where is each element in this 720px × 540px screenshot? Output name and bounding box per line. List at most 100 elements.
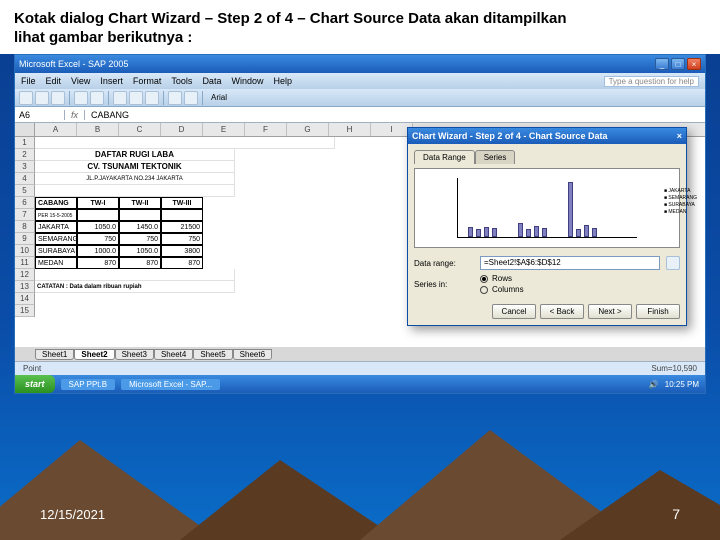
redo-icon[interactable] <box>184 91 198 105</box>
cell[interactable]: 1000.0 <box>77 245 119 257</box>
status-sum: Sum=10,590 <box>651 364 697 373</box>
radio-columns[interactable]: Columns <box>480 285 524 294</box>
font-selector[interactable]: Arial <box>211 93 227 102</box>
back-button[interactable]: < Back <box>540 304 584 319</box>
tab-series[interactable]: Series <box>475 150 516 164</box>
row-header[interactable]: 6 <box>15 197 35 209</box>
cell[interactable]: MEDAN <box>35 257 77 269</box>
sheet-tab[interactable]: Sheet5 <box>193 349 232 360</box>
radio-rows[interactable]: Rows <box>480 274 524 283</box>
save-icon[interactable] <box>51 91 65 105</box>
taskbar-item[interactable]: Microsoft Excel - SAP... <box>121 379 220 390</box>
finish-button[interactable]: Finish <box>636 304 680 319</box>
range-picker-icon[interactable] <box>666 256 680 270</box>
menu-tools[interactable]: Tools <box>171 76 192 86</box>
wizard-titlebar: Chart Wizard - Step 2 of 4 - Chart Sourc… <box>408 128 686 144</box>
tab-data-range[interactable]: Data Range <box>414 150 475 164</box>
next-button[interactable]: Next > <box>588 304 632 319</box>
formula-content[interactable]: CABANG <box>85 110 135 120</box>
cell[interactable]: 750 <box>119 233 161 245</box>
undo-icon[interactable] <box>168 91 182 105</box>
maximize-button[interactable]: □ <box>671 58 685 70</box>
cell[interactable]: 1450.0 <box>119 221 161 233</box>
row-header[interactable]: 4 <box>15 173 35 185</box>
row-header[interactable]: 8 <box>15 221 35 233</box>
data-range-input[interactable]: =Sheet2!$A$6:$D$12 <box>480 256 660 270</box>
cell[interactable]: PER 15-5-2005 <box>35 209 77 221</box>
menu-insert[interactable]: Insert <box>100 76 123 86</box>
cell[interactable]: 870 <box>119 257 161 269</box>
col-header[interactable]: G <box>287 123 329 136</box>
clock[interactable]: 10:25 PM <box>665 380 699 389</box>
sheet-tab[interactable]: Sheet2 <box>74 349 114 360</box>
menu-window[interactable]: Window <box>231 76 263 86</box>
cell[interactable]: 750 <box>161 233 203 245</box>
col-header[interactable]: A <box>35 123 77 136</box>
row-header[interactable]: 10 <box>15 245 35 257</box>
windows-taskbar: start SAP PPt.B Microsoft Excel - SAP...… <box>15 375 705 393</box>
fx-icon[interactable]: fx <box>65 110 85 120</box>
row-header[interactable]: 15 <box>15 305 35 317</box>
sheet-tab[interactable]: Sheet1 <box>35 349 74 360</box>
cell[interactable] <box>161 209 203 221</box>
cut-icon[interactable] <box>113 91 127 105</box>
minimize-button[interactable]: _ <box>655 58 669 70</box>
row-header[interactable]: 1 <box>15 137 35 149</box>
cell[interactable]: 750 <box>77 233 119 245</box>
cell[interactable]: 21500 <box>161 221 203 233</box>
cell[interactable]: CABANG <box>35 197 77 209</box>
cell[interactable]: TW-I <box>77 197 119 209</box>
cell[interactable]: 870 <box>77 257 119 269</box>
row-header[interactable]: 11 <box>15 257 35 269</box>
sheet-tab[interactable]: Sheet4 <box>154 349 193 360</box>
menu-format[interactable]: Format <box>133 76 162 86</box>
row-header[interactable]: 3 <box>15 161 35 173</box>
cell[interactable]: 870 <box>161 257 203 269</box>
cell[interactable]: 1050.0 <box>119 245 161 257</box>
cell[interactable]: 1050.0 <box>77 221 119 233</box>
row-header[interactable]: 9 <box>15 233 35 245</box>
sheet-tab[interactable]: Sheet3 <box>115 349 154 360</box>
cell[interactable]: TW-II <box>119 197 161 209</box>
wizard-close-icon[interactable]: × <box>677 131 682 141</box>
col-header[interactable]: C <box>119 123 161 136</box>
menu-view[interactable]: View <box>71 76 90 86</box>
sheet-tab[interactable]: Sheet6 <box>233 349 272 360</box>
row-header[interactable]: 13 <box>15 281 35 293</box>
row-header[interactable]: 12 <box>15 269 35 281</box>
cell[interactable]: JAKARTA <box>35 221 77 233</box>
name-box[interactable]: A6 <box>15 110 65 120</box>
cell[interactable]: 3800 <box>161 245 203 257</box>
select-all-corner[interactable] <box>15 123 35 136</box>
cell[interactable]: SURABAYA <box>35 245 77 257</box>
row-header[interactable]: 7 <box>15 209 35 221</box>
menu-edit[interactable]: Edit <box>46 76 62 86</box>
row-header[interactable]: 5 <box>15 185 35 197</box>
cell[interactable] <box>119 209 161 221</box>
col-header[interactable]: B <box>77 123 119 136</box>
cancel-button[interactable]: Cancel <box>492 304 536 319</box>
menu-file[interactable]: File <box>21 76 36 86</box>
new-icon[interactable] <box>19 91 33 105</box>
cell[interactable] <box>77 209 119 221</box>
tray-icon[interactable]: 🔊 <box>649 380 659 389</box>
cell[interactable]: SEMARANG <box>35 233 77 245</box>
preview-icon[interactable] <box>90 91 104 105</box>
col-header[interactable]: F <box>245 123 287 136</box>
menu-data[interactable]: Data <box>202 76 221 86</box>
col-header[interactable]: H <box>329 123 371 136</box>
col-header[interactable]: E <box>203 123 245 136</box>
paste-icon[interactable] <box>145 91 159 105</box>
row-header[interactable]: 14 <box>15 293 35 305</box>
open-icon[interactable] <box>35 91 49 105</box>
start-button[interactable]: start <box>15 375 55 393</box>
row-header[interactable]: 2 <box>15 149 35 161</box>
taskbar-item[interactable]: SAP PPt.B <box>61 379 116 390</box>
close-button[interactable]: × <box>687 58 701 70</box>
help-search[interactable]: Type a question for help <box>604 76 699 87</box>
cell[interactable]: TW-III <box>161 197 203 209</box>
menu-help[interactable]: Help <box>273 76 292 86</box>
copy-icon[interactable] <box>129 91 143 105</box>
print-icon[interactable] <box>74 91 88 105</box>
col-header[interactable]: D <box>161 123 203 136</box>
